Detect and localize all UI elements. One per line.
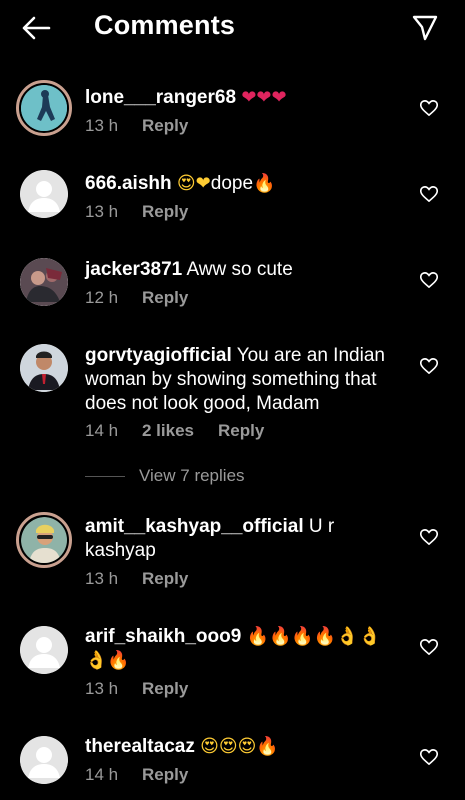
comment-time: 13 h: [85, 202, 119, 221]
reply-button[interactable]: Reply: [142, 765, 188, 785]
avatar[interactable]: [20, 258, 68, 306]
avatar[interactable]: [20, 170, 68, 218]
default-avatar: [20, 626, 68, 674]
comment-emoji: 😍😍😍🔥: [200, 736, 279, 757]
heart-icon: [420, 749, 438, 765]
reply-button[interactable]: Reply: [142, 202, 188, 222]
comment-body: lone___ranger68 ❤❤❤: [85, 86, 395, 110]
comment-time: 13 h: [85, 116, 119, 135]
comment-meta: 13 h Reply: [85, 202, 188, 222]
avatar-image: [21, 517, 67, 563]
reply-button[interactable]: Reply: [142, 116, 188, 136]
reply-button[interactable]: Reply: [142, 679, 188, 699]
comment-time: 14 h: [85, 765, 119, 784]
comment-emoji-prefix: 😍❤: [176, 173, 211, 194]
comment-emoji: ❤❤❤: [241, 87, 287, 108]
comment-username[interactable]: therealtacaz: [85, 736, 195, 757]
view-replies-label: View 7 replies: [139, 466, 245, 485]
like-button[interactable]: [416, 267, 442, 293]
avatar-image: [20, 258, 68, 306]
heart-icon: [420, 639, 438, 655]
back-button[interactable]: [16, 10, 56, 46]
avatar[interactable]: [20, 344, 68, 392]
reply-button[interactable]: Reply: [142, 288, 188, 308]
avatar[interactable]: [20, 626, 68, 674]
comment-username[interactable]: jacker3871: [85, 259, 182, 280]
arrow-left-icon: [22, 16, 51, 40]
comment-emoji: 🔥: [253, 173, 276, 194]
likes-count[interactable]: 2 likes: [142, 421, 218, 441]
comment-username[interactable]: 666.aishh: [85, 173, 172, 194]
view-replies-button[interactable]: View 7 replies: [85, 466, 245, 486]
comment-text: dope: [210, 173, 254, 194]
comment-body: 666.aishh 😍❤dope🔥: [85, 172, 395, 196]
comment-meta: 13 h Reply: [85, 116, 188, 136]
comment-time: 13 h: [85, 569, 119, 588]
heart-icon: [420, 272, 438, 288]
heart-icon: [420, 100, 438, 116]
comment-meta: 12 h Reply: [85, 288, 188, 308]
default-avatar: [20, 736, 68, 784]
comment-time: 13 h: [85, 679, 119, 698]
like-button[interactable]: [416, 95, 442, 121]
avatar[interactable]: [16, 80, 72, 136]
comment-body: therealtacaz 😍😍😍🔥: [85, 735, 395, 759]
comment-text: Aww so cute: [186, 259, 293, 280]
comment-meta: 14 h 2 likes Reply: [85, 421, 264, 441]
comment-body: jacker3871 Aww so cute: [85, 258, 395, 282]
comment-time: 14 h: [85, 421, 119, 440]
avatar-image: [21, 85, 67, 131]
comment-meta: 13 h Reply: [85, 679, 188, 699]
like-button[interactable]: [416, 634, 442, 660]
avatar[interactable]: [16, 512, 72, 568]
heart-icon: [420, 529, 438, 545]
avatar-image: [20, 344, 68, 392]
heart-icon: [420, 186, 438, 202]
reply-button[interactable]: Reply: [218, 421, 264, 441]
comment-body: amit__kashyap__official U r kashyap: [85, 515, 395, 563]
comment-username[interactable]: amit__kashyap__official: [85, 516, 304, 537]
page-title: Comments: [94, 10, 236, 40]
share-button[interactable]: [405, 10, 445, 46]
comment-meta: 13 h Reply: [85, 569, 188, 589]
like-button[interactable]: [416, 524, 442, 550]
comment-meta: 14 h Reply: [85, 765, 188, 785]
comment-body: gorvtyagiofficial You are an Indian woma…: [85, 344, 395, 416]
comment-time: 12 h: [85, 288, 119, 307]
comment-username[interactable]: gorvtyagiofficial: [85, 345, 232, 366]
comment-username[interactable]: arif_shaikh_ooo9: [85, 626, 241, 647]
like-button[interactable]: [416, 744, 442, 770]
divider: [85, 475, 125, 477]
send-icon: [412, 15, 438, 41]
top-bar: Comments: [0, 0, 465, 56]
avatar[interactable]: [20, 736, 68, 784]
reply-button[interactable]: Reply: [142, 569, 188, 589]
default-avatar: [20, 170, 68, 218]
heart-icon: [420, 358, 438, 374]
like-button[interactable]: [416, 353, 442, 379]
comment-username[interactable]: lone___ranger68: [85, 87, 236, 108]
comment-body: arif_shaikh_ooo9 🔥🔥🔥🔥👌👌👌🔥: [85, 625, 395, 673]
like-button[interactable]: [416, 181, 442, 207]
